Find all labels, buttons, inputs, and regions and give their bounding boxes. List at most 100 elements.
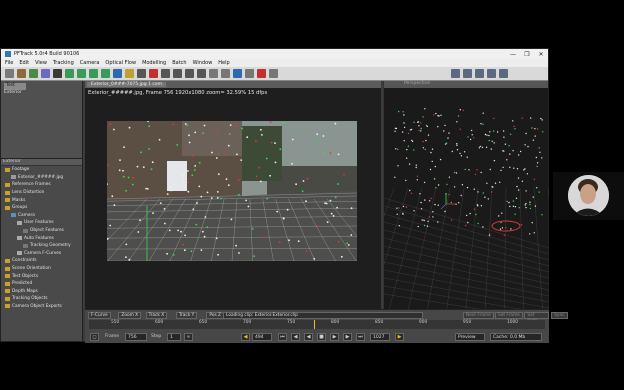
axis-icon[interactable] [233, 69, 242, 78]
layout-5-icon[interactable] [499, 69, 508, 78]
set-start-button[interactable]: ◀ [241, 333, 250, 341]
tree-node[interactable]: Constraints [1, 257, 82, 265]
maximize-button[interactable]: ❐ [520, 51, 534, 58]
marker-icon[interactable] [257, 69, 266, 78]
minimize-button[interactable]: — [506, 51, 520, 58]
menu-view[interactable]: View [35, 60, 47, 66]
folder-icon [23, 228, 28, 233]
tree-node[interactable]: Auto Features [1, 234, 82, 242]
curve-button[interactable]: Pos Z [206, 312, 225, 319]
tree-node[interactable]: Tracking Objects [1, 295, 82, 303]
play-back-icon[interactable]: ◀ [304, 333, 313, 341]
tree-node[interactable]: Reference Frames [1, 181, 82, 189]
status-button[interactable]: Set Frame [495, 312, 523, 319]
record-icon[interactable] [149, 69, 158, 78]
link-icon[interactable]: ∞ [184, 333, 193, 341]
layout-3-icon[interactable] [475, 69, 484, 78]
tree-node[interactable]: Predicted [1, 280, 82, 288]
rotate-icon[interactable] [101, 69, 110, 78]
step-back-icon[interactable]: ◀ [291, 333, 300, 341]
perspective-canvas[interactable] [343, 88, 585, 329]
cache-dropdown[interactable]: Cache: 0.0 Mb [490, 333, 542, 341]
start-frame-field[interactable]: 494 [252, 333, 272, 341]
shape-icon[interactable] [161, 69, 170, 78]
stop-icon[interactable]: ■ [317, 333, 326, 341]
tree-node[interactable]: Lens Distortion [1, 189, 82, 197]
play-icon[interactable]: ▶ [330, 333, 339, 341]
tree-node[interactable]: Footage [1, 166, 82, 174]
tool-tab[interactable]: Test [4, 83, 26, 90]
menu-edit[interactable]: Edit [19, 60, 29, 66]
tree-node[interactable]: Masks [1, 196, 82, 204]
status-button[interactable]: Next Frame [463, 312, 494, 319]
menu-file[interactable]: File [5, 60, 13, 66]
wand-icon[interactable] [245, 69, 254, 78]
tree-node[interactable]: User Features [1, 219, 82, 227]
go-end-icon[interactable]: ⏭ [356, 333, 365, 341]
playhead[interactable] [314, 320, 315, 329]
footage-plate[interactable] [107, 121, 357, 261]
menu-camera[interactable]: Camera [80, 60, 100, 66]
curve-button[interactable]: Track X [145, 312, 168, 319]
end-frame-field[interactable]: 1027 [370, 333, 390, 341]
mask-icon[interactable] [53, 69, 62, 78]
cloud-point [500, 169, 502, 172]
tree-node[interactable]: Camera Object Exports [1, 303, 82, 311]
light-icon[interactable] [125, 69, 134, 78]
track-icon[interactable] [29, 69, 38, 78]
move-x-icon[interactable] [65, 69, 74, 78]
mesh-icon[interactable] [173, 69, 182, 78]
menu-optical-flow[interactable]: Optical Flow [105, 60, 136, 66]
cinema-viewer[interactable]: Exterior_0###-7075.jpg 1 cam Exterior_##… [85, 81, 381, 336]
tree-node[interactable]: Camera [1, 212, 82, 220]
menu-window[interactable]: Window [193, 60, 213, 66]
status-button[interactable]: Set Data [524, 312, 549, 324]
tree-node[interactable]: Camera F-Curves [1, 250, 82, 258]
curve-button[interactable]: F-Curve [88, 312, 111, 319]
timeline-ruler[interactable]: 550 600 650 700 750 800 850 900 950 1000 [89, 320, 545, 329]
step-field[interactable]: 1 [167, 333, 181, 341]
status-button[interactable]: Sync [551, 312, 568, 319]
layout-1-icon[interactable] [451, 69, 460, 78]
sphere-icon[interactable] [197, 69, 206, 78]
perspective-view[interactable]: Perspective [343, 81, 585, 329]
select-tool-icon[interactable] [5, 69, 14, 78]
curve-button[interactable]: Zoom X [118, 312, 142, 319]
menu-help[interactable]: Help [218, 60, 229, 66]
frame-field[interactable]: 756 [125, 333, 147, 341]
curve-button[interactable]: Track Y [176, 312, 198, 319]
tree-node[interactable]: Scene Orientation [1, 265, 82, 273]
keyframe-icon[interactable]: ◻ [90, 333, 99, 341]
tree-node[interactable]: Tracking Geometry [1, 242, 82, 250]
ruler-tick-label: 700 [243, 320, 252, 325]
menu-batch[interactable]: Batch [172, 60, 186, 66]
grid-icon[interactable] [221, 69, 230, 78]
move-y-icon[interactable] [77, 69, 86, 78]
layout-2-icon[interactable] [463, 69, 472, 78]
move-z-icon[interactable] [89, 69, 98, 78]
cube-icon[interactable] [209, 69, 218, 78]
render-icon[interactable] [185, 69, 194, 78]
viewer-tab[interactable]: Exterior_0###-7075.jpg 1 cam [87, 82, 166, 87]
tree-node[interactable]: Exterior_#####.jpg [1, 174, 82, 182]
menu-modelling[interactable]: Modelling [142, 60, 166, 66]
tracker-point [194, 131, 197, 134]
step-forward-icon[interactable]: ▶ [343, 333, 352, 341]
solve-icon[interactable] [41, 69, 50, 78]
tree-node[interactable]: Object Features [1, 227, 82, 235]
set-end-button[interactable]: ▶ [395, 333, 404, 341]
node-icon[interactable] [137, 69, 146, 78]
tracker-point [211, 151, 213, 154]
menu-tracking[interactable]: Tracking [53, 60, 74, 66]
layout-4-icon[interactable] [487, 69, 496, 78]
paint-icon[interactable] [17, 69, 26, 78]
go-start-icon[interactable]: ⏮ [278, 333, 287, 341]
cloud-point [533, 232, 535, 234]
tree-node[interactable]: Test Objects [1, 272, 82, 280]
preview-dropdown[interactable]: Preview [455, 333, 485, 341]
tree-node[interactable]: Groups [1, 204, 82, 212]
export-icon[interactable] [269, 69, 278, 78]
camera-icon[interactable] [113, 69, 122, 78]
close-button[interactable]: ✕ [534, 51, 548, 58]
tree-node[interactable]: Depth Maps [1, 288, 82, 296]
